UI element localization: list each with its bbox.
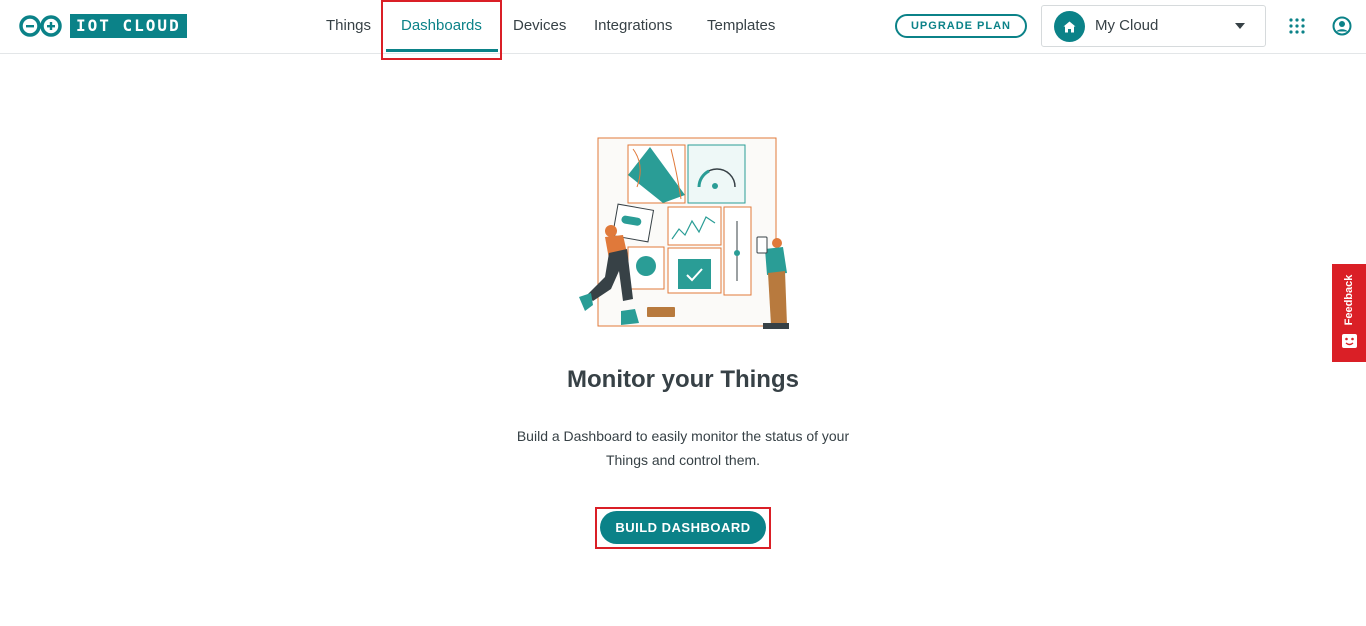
home-icon — [1054, 11, 1085, 42]
logo-text: IOT CLOUD — [70, 14, 187, 38]
nav-integrations[interactable]: Integrations — [594, 16, 672, 36]
apps-grid-icon[interactable] — [1288, 17, 1306, 35]
nav-templates[interactable]: Templates — [707, 16, 775, 36]
cloud-selector-value: My Cloud — [1095, 17, 1159, 34]
feedback-face-icon — [1342, 334, 1357, 348]
upgrade-plan-button[interactable]: UPGRADE PLAN — [895, 14, 1027, 38]
page-title: Monitor your Things — [567, 366, 799, 393]
highlight-build-button — [595, 507, 771, 549]
user-account-icon[interactable] — [1332, 16, 1352, 36]
top-navigation-bar: IOT CLOUD Things Dashboards Devices Inte… — [0, 0, 1366, 54]
chevron-down-icon — [1235, 23, 1245, 29]
arduino-logo-icon — [19, 15, 62, 37]
dashboard-illustration — [579, 137, 789, 329]
nav-things[interactable]: Things — [326, 16, 371, 36]
feedback-label: Feedback — [1343, 274, 1355, 326]
cloud-selector-dropdown[interactable]: My Cloud — [1041, 5, 1266, 47]
highlight-dashboards-tab — [381, 0, 502, 60]
page-description: Build a Dashboard to easily monitor the … — [516, 428, 850, 468]
iot-cloud-logo[interactable]: IOT CLOUD — [18, 14, 187, 38]
nav-devices[interactable]: Devices — [513, 16, 566, 36]
